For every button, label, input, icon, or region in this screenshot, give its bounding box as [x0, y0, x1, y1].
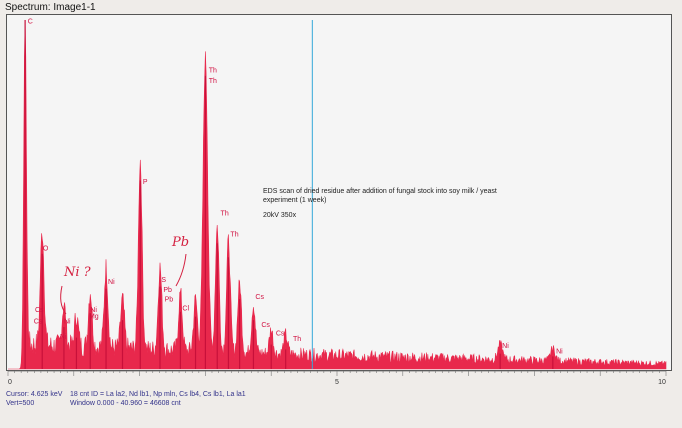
peak-label: O — [43, 245, 49, 252]
vert-readout: Vert=500 — [6, 400, 35, 407]
peak-label: Pb — [163, 287, 172, 294]
handwritten-arrow-pb — [175, 253, 187, 287]
peak-label: Th — [209, 78, 217, 85]
peak-label: Cs — [261, 322, 270, 329]
peak-label: Cs — [35, 307, 44, 314]
peak-label: Th — [221, 210, 229, 217]
peak-label: Cl — [182, 305, 189, 312]
peak-id-readout: 18 cnt ID = La la2, Nd lb1, Np mln, Cs l… — [70, 391, 246, 398]
peak-label: Ni — [64, 319, 71, 326]
status-right: 18 cnt ID = La la2, Nd lb1, Np mln, Cs l… — [70, 390, 246, 408]
x-tick-label: 5 — [335, 379, 339, 386]
peak-label: P — [143, 179, 148, 186]
window-readout: Window 0.000 - 40.960 = 46608 cnt — [70, 400, 181, 407]
peak-label: Mg — [89, 314, 99, 321]
peak-label: Pb — [165, 296, 174, 303]
handwritten-ni-note: Ni ? — [63, 265, 92, 280]
x-tick-label: 10 — [658, 379, 666, 386]
peak-label: S — [161, 277, 166, 284]
peak-label: Ni — [556, 349, 563, 356]
peak-label: Cs — [34, 319, 43, 326]
peak-label: Th — [230, 231, 238, 238]
annotation-line-2: experiment (1 week) — [263, 197, 327, 204]
peak-label: Ni — [502, 343, 509, 350]
handwritten-pb-note: Pb — [171, 235, 189, 250]
window-title: Spectrum: Image1-1 — [5, 2, 96, 13]
status-left: Cursor: 4.625 keV Vert=500 — [6, 390, 62, 408]
peak-label: Ni — [90, 307, 97, 314]
peak-label: Th — [209, 67, 217, 74]
cursor-readout: Cursor: 4.625 keV — [6, 391, 63, 398]
peak-label: C — [28, 18, 33, 25]
annotation-line-3: 20kV 350x — [263, 212, 297, 219]
annotation-line-1: EDS scan of dried residue after addition… — [263, 188, 497, 195]
peak-label: Th — [293, 336, 301, 343]
peak-label: Ni — [108, 279, 115, 286]
x-tick-label: 0 — [8, 379, 12, 386]
annotation-text: EDS scan of dried residue after addition… — [263, 187, 523, 220]
peak-label: Cs — [255, 294, 264, 301]
peak-label: Cs — [276, 330, 285, 337]
peak-label: Ni — [60, 334, 67, 341]
